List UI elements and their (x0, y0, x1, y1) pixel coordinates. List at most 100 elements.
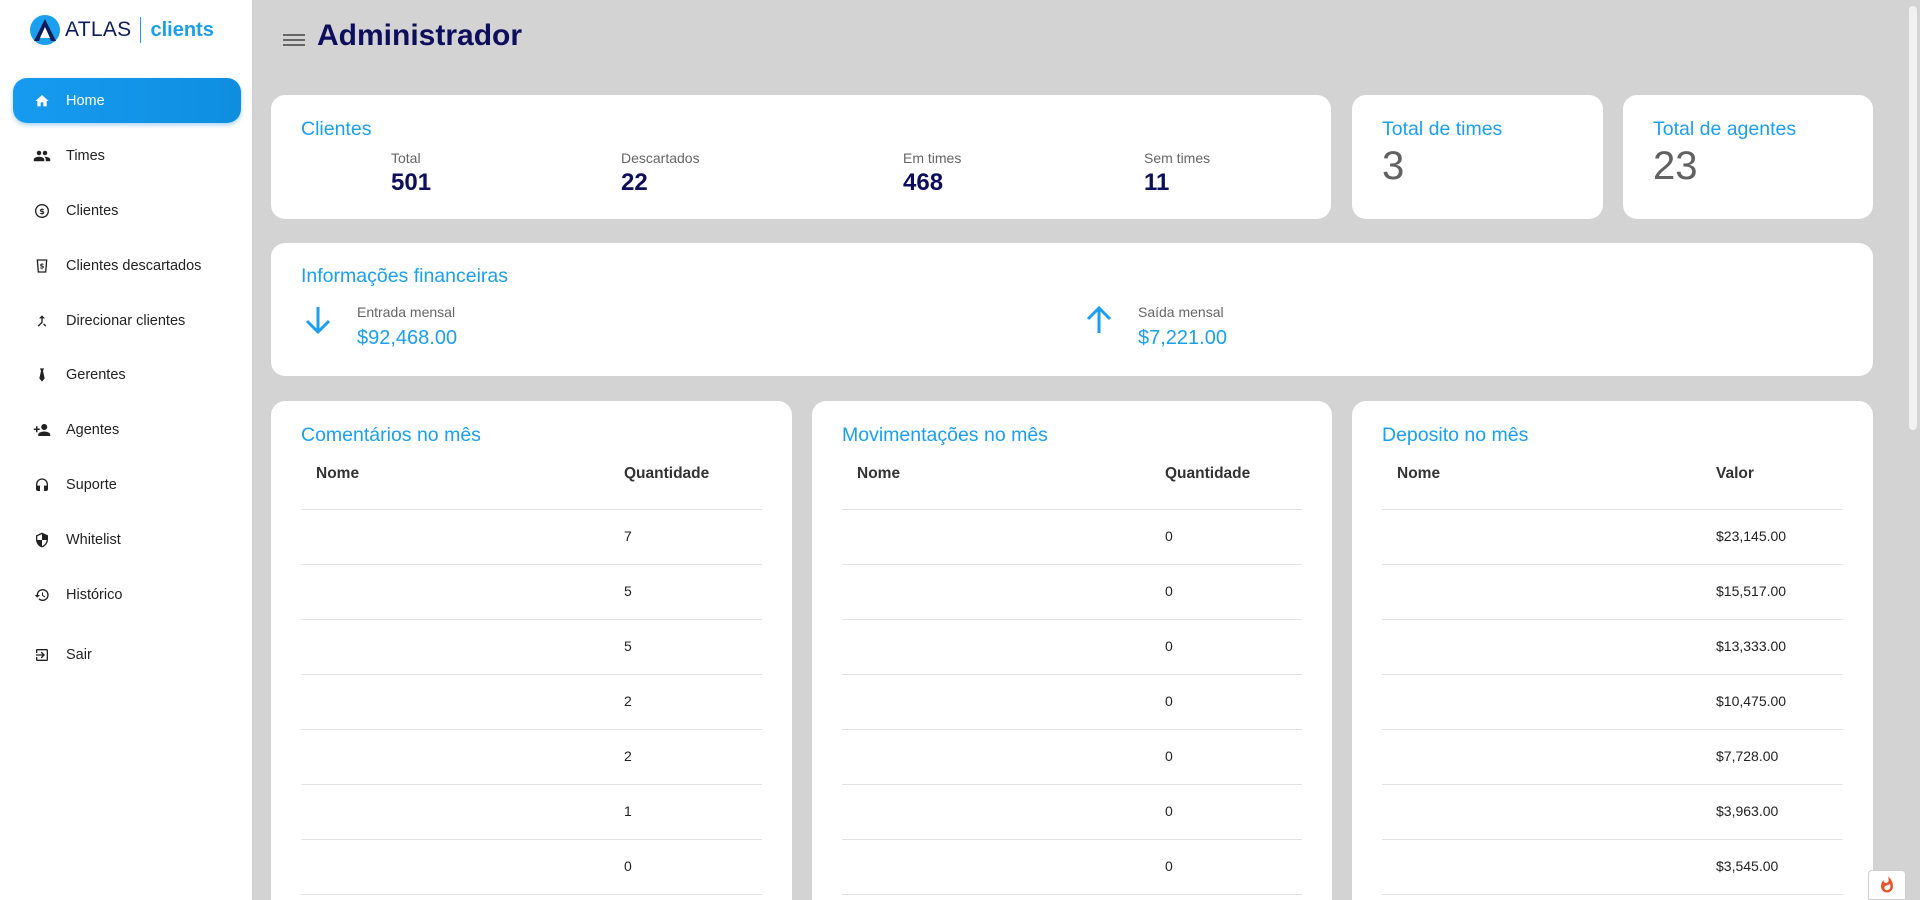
row-value: $10,475.00 (1716, 693, 1787, 709)
brand-logo[interactable]: ATLAS clients (29, 14, 214, 46)
table-row[interactable]: 0 (842, 730, 1302, 785)
floating-fire-button[interactable] (1868, 870, 1906, 900)
table-row[interactable]: 0 (842, 620, 1302, 675)
merge-arrows-icon (33, 312, 51, 330)
table-row[interactable]: 0 (842, 510, 1302, 565)
table-row[interactable]: 0 (301, 840, 762, 895)
table-row[interactable]: $15,517.00 (1382, 565, 1843, 620)
brand-product: clients (150, 18, 214, 41)
stat-value: 22 (621, 169, 648, 196)
stat-label: Descartados (621, 150, 700, 166)
table-row[interactable]: $3,963.00 (1382, 785, 1843, 840)
column-header: Nome (316, 465, 360, 482)
table-row[interactable]: 1 (301, 785, 762, 840)
column-header: Nome (857, 465, 901, 482)
saida-label: Saída mensal (1138, 304, 1224, 320)
sidebar-item-label: Gerentes (66, 366, 126, 383)
sidebar-item-sair[interactable]: Sair (13, 632, 241, 677)
sidebar-item-label: Direcionar clientes (66, 312, 186, 329)
sidebar-item-clientes-descartados[interactable]: $ Clientes descartados (13, 243, 241, 288)
row-value: 2 (624, 748, 632, 764)
row-value: $15,517.00 (1716, 583, 1787, 599)
row-value: $3,545.00 (1716, 858, 1779, 874)
sidebar-item-home[interactable]: Home (13, 78, 241, 123)
stat-label: Total (391, 150, 421, 166)
sidebar-item-times[interactable]: Times (13, 133, 241, 178)
table-row[interactable]: 0 (842, 785, 1302, 840)
entrada-value: $92,468.00 (357, 327, 458, 349)
total-times-value: 3 (1382, 144, 1405, 188)
table-row[interactable]: 5 (301, 620, 762, 675)
tie-icon (33, 366, 51, 384)
deposito-card: Deposito no mês Nome Valor $23,145.00 $1… (1352, 401, 1873, 900)
group-icon (33, 147, 51, 165)
table-row[interactable]: $7,728.00 (1382, 730, 1843, 785)
sidebar-item-label: Histórico (66, 586, 123, 603)
row-value: $7,728.00 (1716, 748, 1779, 764)
row-value: 5 (624, 583, 632, 599)
row-value: 7 (624, 528, 632, 544)
comentarios-card: Comentários no mês Nome Quantidade 7 5 5… (271, 401, 792, 900)
table-row[interactable]: $3,545.00 (1382, 840, 1843, 895)
row-value: 0 (624, 858, 632, 874)
table-row[interactable]: $10,475.00 (1382, 675, 1843, 730)
sidebar-item-label: Whitelist (66, 531, 121, 548)
dollar-coin-icon: $ (33, 202, 51, 220)
table-row[interactable]: 0 (842, 675, 1302, 730)
clientes-card: Clientes Total 501 Descartados 22 Em tim… (271, 95, 1331, 219)
row-value: 0 (1165, 803, 1173, 819)
sidebar-item-clientes[interactable]: $ Clientes (13, 188, 241, 233)
total-agentes-value: 23 (1653, 144, 1698, 188)
row-value: $3,963.00 (1716, 803, 1779, 819)
page-title: Administrador (317, 19, 523, 52)
history-icon (33, 586, 51, 604)
table-row[interactable]: 5 (301, 565, 762, 620)
brand-divider (140, 17, 142, 43)
saida-value: $7,221.00 (1138, 327, 1227, 349)
card-title: Total de times (1382, 118, 1503, 140)
hamburger-menu-icon[interactable] (280, 29, 308, 51)
card-title: Total de agentes (1653, 118, 1797, 140)
column-header: Quantidade (624, 465, 710, 482)
sidebar-item-suporte[interactable]: Suporte (13, 462, 241, 507)
sidebar: ATLAS clients Home Times $ Clientes $ Cl… (0, 0, 253, 900)
sidebar-item-agentes[interactable]: Agentes (13, 407, 241, 452)
card-title: Deposito no mês (1382, 424, 1529, 446)
total-times-card: Total de times 3 (1352, 95, 1603, 219)
sidebar-item-label: Home (66, 92, 105, 109)
row-value: 0 (1165, 693, 1173, 709)
row-value: 1 (624, 803, 632, 819)
table-row[interactable]: 0 (842, 840, 1302, 895)
total-agentes-card: Total de agentes 23 (1623, 95, 1873, 219)
logout-icon (33, 646, 51, 664)
column-header: Valor (1716, 465, 1754, 482)
table-row[interactable]: 2 (301, 730, 762, 785)
row-value: $23,145.00 (1716, 528, 1787, 544)
table-row[interactable]: $23,145.00 (1382, 510, 1843, 565)
table-row[interactable]: $13,333.00 (1382, 620, 1843, 675)
row-value: 0 (1165, 583, 1173, 599)
table-row[interactable]: 0 (842, 565, 1302, 620)
svg-text:$: $ (39, 207, 45, 216)
discard-bin-icon: $ (33, 257, 51, 275)
row-value: 2 (624, 693, 632, 709)
sidebar-item-gerentes[interactable]: Gerentes (13, 352, 241, 397)
scrollbar-thumb[interactable] (1909, 6, 1917, 430)
shield-icon (33, 531, 51, 549)
sidebar-item-whitelist[interactable]: Whitelist (13, 517, 241, 562)
table-row[interactable]: 7 (301, 510, 762, 565)
movimentacoes-card: Movimentações no mês Nome Quantidade 0 0… (812, 401, 1332, 900)
finance-card: Informações financeiras Entrada mensal $… (271, 243, 1873, 376)
sidebar-item-direcionar-clientes[interactable]: Direcionar clientes (13, 298, 241, 343)
vertical-scrollbar[interactable] (1906, 0, 1920, 900)
brand-name: ATLAS (65, 18, 132, 41)
stat-value: 501 (391, 169, 432, 196)
sidebar-item-historico[interactable]: Histórico (13, 572, 241, 617)
card-title: Clientes (301, 118, 372, 140)
row-value: 0 (1165, 748, 1173, 764)
row-value: 0 (1165, 638, 1173, 654)
table-row[interactable]: 2 (301, 675, 762, 730)
sidebar-item-label: Agentes (66, 421, 120, 438)
person-add-icon (33, 421, 51, 439)
flame-icon (1881, 876, 1893, 893)
